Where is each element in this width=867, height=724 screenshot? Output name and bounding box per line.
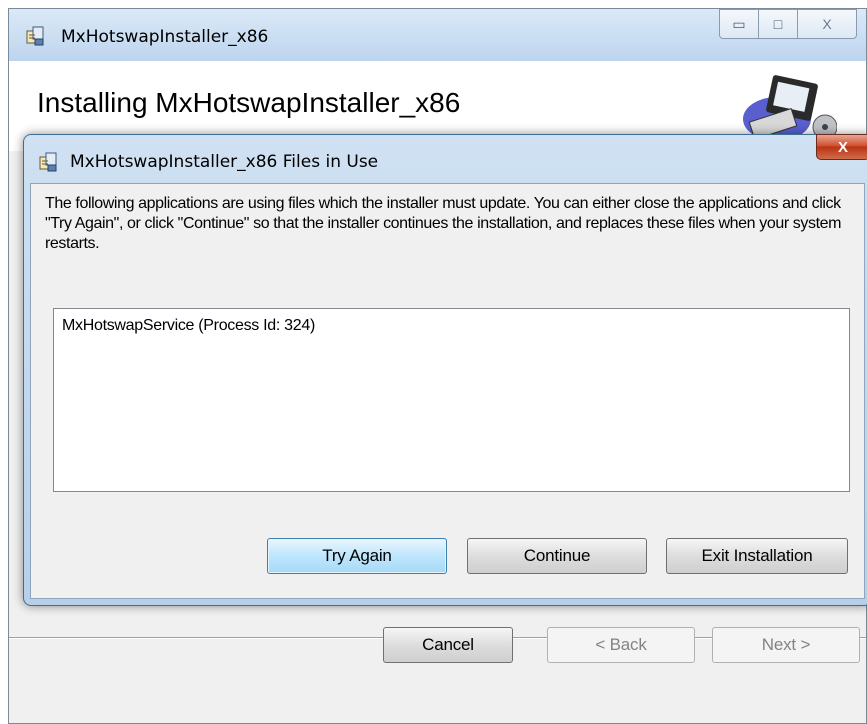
dialog-body: The following applications are using fil… (30, 183, 865, 599)
installer-package-icon (38, 151, 60, 178)
cancel-button[interactable]: Cancel (383, 627, 513, 663)
files-in-use-dialog: MxHotswapInstaller_x86 Files in Use X Th… (23, 134, 867, 606)
continue-button[interactable]: Continue (467, 538, 647, 574)
maximize-button[interactable]: □ (758, 9, 798, 39)
installer-window-title: MxHotswapInstaller_x86 (61, 27, 269, 47)
next-button[interactable]: Next > (712, 627, 860, 663)
close-button[interactable]: X (797, 9, 857, 39)
back-button[interactable]: < Back (547, 627, 695, 663)
dialog-message: The following applications are using fil… (45, 195, 842, 252)
process-list[interactable]: MxHotswapService (Process Id: 324) (53, 308, 850, 492)
minimize-button[interactable]: ▭ (719, 9, 759, 39)
list-item[interactable]: MxHotswapService (Process Id: 324) (62, 317, 315, 335)
dialog-close-button[interactable]: X (816, 134, 867, 160)
installer-package-icon (25, 25, 47, 52)
installer-titlebar[interactable]: MxHotswapInstaller_x86 ▭ □ X (9, 9, 866, 61)
dialog-title: MxHotswapInstaller_x86 Files in Use (70, 152, 379, 172)
exit-installation-button[interactable]: Exit Installation (666, 538, 848, 574)
try-again-button[interactable]: Try Again (267, 538, 447, 574)
installing-heading: Installing MxHotswapInstaller_x86 (37, 87, 461, 118)
